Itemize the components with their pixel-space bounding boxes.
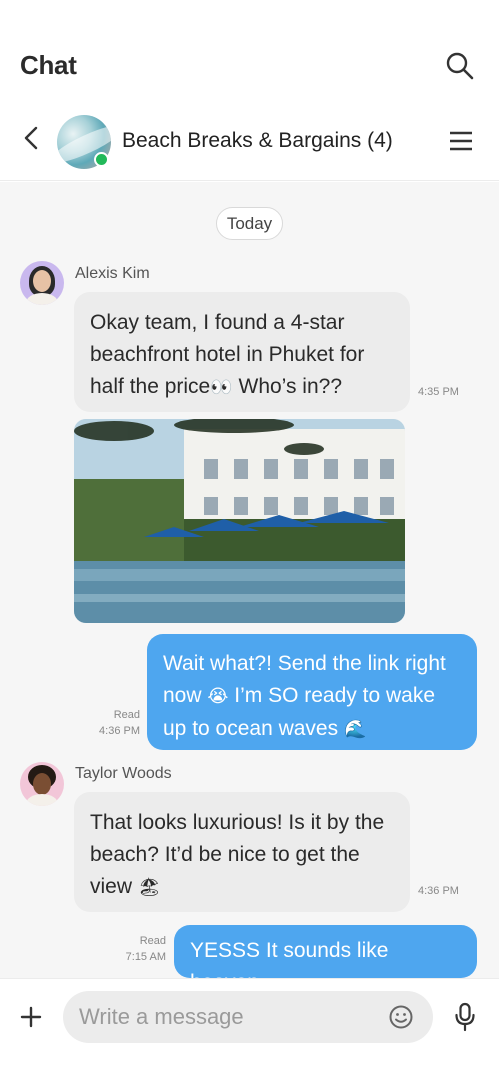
message-list[interactable]: Today Alexis Kim Okay team, I found a 4-… (0, 182, 499, 978)
app-title: Chat (20, 50, 77, 80)
online-status-dot (94, 152, 109, 167)
plus-icon[interactable] (19, 1005, 43, 1029)
date-divider: Today (216, 207, 283, 240)
message-text: That looks luxurious! Is it by the beach… (90, 811, 385, 898)
message-text-tail: Who’s in?? (232, 375, 343, 398)
microphone-icon[interactable] (452, 1002, 478, 1032)
search-icon[interactable] (444, 50, 476, 82)
wave-emoji: 🌊 (343, 719, 367, 740)
back-arrow-icon[interactable] (20, 125, 44, 151)
outgoing-message-bubble[interactable]: Wait what?! Send the link right now 😭 I’… (147, 634, 477, 750)
message-time: 4:35 PM (418, 386, 459, 398)
top-bar: Chat (0, 0, 499, 105)
group-name[interactable]: Beach Breaks & Bargains (4) (122, 129, 393, 153)
message-time: 7:15 AM (125, 951, 166, 963)
smiley-icon[interactable] (388, 1004, 414, 1030)
sender-name: Taylor Woods (75, 765, 172, 782)
crying-emoji: 😭 (207, 686, 229, 707)
message-time: 4:36 PM (99, 725, 140, 737)
chat-header: Beach Breaks & Bargains (4) (0, 105, 499, 181)
hamburger-menu-icon[interactable] (447, 127, 475, 155)
read-status: Read (139, 935, 166, 947)
incoming-message-bubble[interactable]: Okay team, I found a 4-star beachfront h… (74, 292, 410, 412)
outgoing-message-bubble[interactable]: YESSS It sounds like heaven (174, 925, 477, 978)
read-receipt: Read 4:36 PM (80, 707, 140, 739)
message-text-tail: I’m SO ready to wake up to ocean waves (163, 684, 435, 740)
incoming-message-bubble[interactable]: That looks luxurious! Is it by the beach… (74, 792, 410, 912)
eyes-emoji: 👀 (210, 377, 233, 398)
message-input[interactable] (79, 991, 379, 1043)
avatar-alexis-kim[interactable] (20, 261, 64, 305)
composer-bar (0, 978, 499, 1080)
beach-umbrella-emoji: 🏖 (137, 877, 161, 898)
sender-name: Alexis Kim (75, 265, 150, 282)
hotel-photo[interactable] (74, 419, 405, 623)
read-status: Read (113, 709, 140, 721)
message-text: YESSS It sounds like heaven (190, 939, 389, 978)
avatar-taylor-woods[interactable] (20, 762, 64, 806)
message-time: 4:36 PM (418, 885, 459, 897)
read-receipt: Read 7:15 AM (106, 933, 166, 965)
message-input-container (63, 991, 433, 1043)
